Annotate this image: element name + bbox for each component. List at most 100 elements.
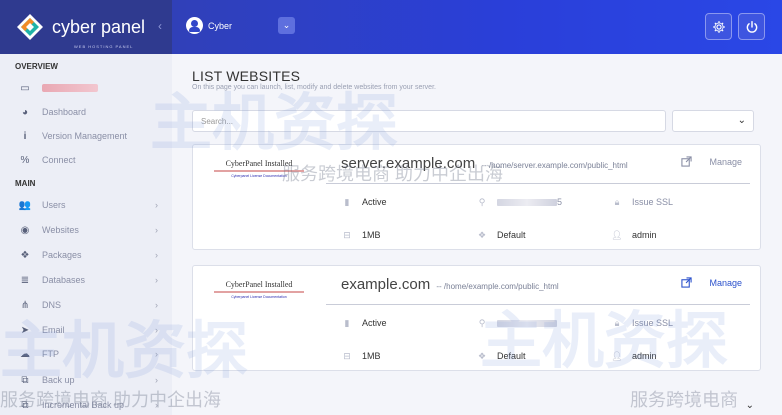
user-name[interactable]: Cyber bbox=[208, 21, 232, 31]
status-field: ▮ Active bbox=[341, 316, 387, 330]
sidebar-item-version-management[interactable]: i Version Management bbox=[18, 128, 158, 144]
website-thumbnail[interactable]: CyberPanel Installed Cyberpanel License … bbox=[207, 280, 311, 302]
thumbnail-title: CyberPanel Installed bbox=[225, 280, 293, 289]
disk-value: 1MB bbox=[362, 351, 381, 361]
top-bar: Cyber ⌄ bbox=[172, 0, 782, 54]
overview-heading: OVERVIEW bbox=[15, 62, 58, 71]
chevron-right-icon: › bbox=[155, 225, 158, 235]
brand-block[interactable]: cyber panel WEB HOSTING PANEL ‹ bbox=[0, 0, 172, 54]
thumbnail-link: Cyberpanel License Documentation bbox=[231, 174, 287, 178]
user-icon: 👤︎ bbox=[611, 229, 623, 240]
user-dropdown-button[interactable]: ⌄ bbox=[278, 17, 295, 34]
logout-button[interactable] bbox=[738, 13, 765, 40]
external-link-icon[interactable] bbox=[681, 277, 692, 288]
database-icon: ≣ bbox=[20, 274, 30, 286]
chevron-right-icon: › bbox=[155, 275, 158, 285]
sidebar-item-user-profile[interactable]: ▭ bbox=[18, 80, 158, 96]
website-card: CyberPanel Installed Cyberpanel License … bbox=[192, 265, 761, 371]
power-icon bbox=[746, 20, 757, 33]
ip-field: ⚲ bbox=[476, 316, 557, 330]
manage-link[interactable]: Manage bbox=[709, 278, 742, 288]
sidebar-item-users[interactable]: 👥 Users › bbox=[18, 197, 158, 213]
filter-select[interactable]: ⌄ bbox=[672, 110, 754, 132]
status-value: Active bbox=[362, 197, 387, 207]
website-domain[interactable]: server.example.com -- /home/server.examp… bbox=[341, 155, 628, 172]
paper-plane-icon: ➤ bbox=[20, 324, 30, 336]
search-input[interactable] bbox=[192, 110, 666, 132]
chevron-down-icon: ⌄ bbox=[737, 115, 746, 126]
package-value: Default bbox=[497, 351, 526, 361]
issue-ssl-link[interactable]: Issue SSL bbox=[632, 318, 673, 328]
disk-field: ⊟ 1MB bbox=[341, 228, 381, 242]
manage-link[interactable]: Manage bbox=[709, 157, 742, 167]
sitemap-icon: ⋔ bbox=[20, 299, 30, 311]
sidebar-item-packages[interactable]: ❖ Packages › bbox=[18, 247, 158, 263]
lock-icon: 🔒︎ bbox=[614, 196, 620, 207]
sidebar-item-label: DNS bbox=[42, 300, 62, 310]
laptop-icon: ▭ bbox=[20, 82, 30, 94]
sidebar-item-dns[interactable]: ⋔ DNS › bbox=[18, 297, 158, 313]
link-icon: % bbox=[20, 154, 30, 166]
redacted-ip bbox=[497, 198, 557, 206]
sidebar: OVERVIEW ▭ ◕ Dashboard i Version Managem… bbox=[0, 54, 172, 415]
sidebar-item-label: Users bbox=[42, 200, 66, 210]
thumbnail-line bbox=[214, 170, 304, 172]
status-field: ▮ Active bbox=[341, 195, 387, 209]
hdd-icon: ⊟ bbox=[343, 350, 351, 361]
website-thumbnail[interactable]: CyberPanel Installed Cyberpanel License … bbox=[207, 159, 311, 181]
owner-field: 👤︎ admin bbox=[611, 349, 656, 363]
chevron-right-icon: › bbox=[155, 200, 158, 210]
sidebar-item-label: Websites bbox=[42, 225, 79, 235]
user-avatar-icon[interactable] bbox=[186, 17, 203, 34]
status-value: Active bbox=[362, 318, 387, 328]
chevron-down-icon[interactable]: ⌄ bbox=[746, 400, 754, 411]
sidebar-item-label: Version Management bbox=[42, 131, 128, 141]
sidebar-item-databases[interactable]: ≣ Databases › bbox=[18, 272, 158, 288]
sidebar-item-label: Packages bbox=[42, 250, 82, 260]
ip-field: ⚲ 5 bbox=[476, 195, 562, 209]
sidebar-item-label: FTP bbox=[42, 349, 59, 359]
sidebar-item-ftp[interactable]: ☁ FTP › bbox=[18, 346, 158, 362]
sidebar-item-dashboard[interactable]: ◕ Dashboard bbox=[18, 104, 158, 120]
sidebar-collapse-icon[interactable]: ‹ bbox=[158, 19, 162, 33]
sidebar-item-label: Connect bbox=[42, 155, 76, 165]
package-field: ❖ Default bbox=[476, 349, 526, 363]
domain-path: -- /home/server.example.com/public_html bbox=[481, 161, 628, 170]
page-title: LIST WEBSITES bbox=[192, 68, 301, 84]
copy-icon: ⧉ bbox=[21, 374, 29, 386]
chevron-right-icon: › bbox=[155, 250, 158, 260]
copy-icon: ⧉ bbox=[21, 399, 29, 411]
external-link-icon[interactable] bbox=[681, 156, 692, 167]
lock-icon: 🔒︎ bbox=[614, 317, 620, 328]
gear-icon bbox=[712, 20, 725, 33]
cubes-icon: ❖ bbox=[477, 229, 487, 240]
info-icon: i bbox=[23, 130, 27, 142]
sidebar-item-incremental-backup[interactable]: ⧉ Incremental Back up › bbox=[18, 397, 158, 413]
domain-name: example.com bbox=[341, 276, 431, 293]
ssl-field[interactable]: 🔒︎ Issue SSL bbox=[611, 316, 673, 330]
sidebar-item-websites[interactable]: ◉ Websites › bbox=[18, 222, 158, 238]
issue-ssl-link[interactable]: Issue SSL bbox=[632, 197, 673, 207]
domain-name: server.example.com bbox=[341, 155, 476, 172]
sidebar-item-backup[interactable]: ⧉ Back up › bbox=[18, 372, 158, 388]
disk-value: 1MB bbox=[362, 230, 381, 240]
sidebar-item-email[interactable]: ➤ Email › bbox=[18, 322, 158, 338]
hdd-icon: ⊟ bbox=[343, 229, 351, 240]
settings-button[interactable] bbox=[705, 13, 732, 40]
domain-path: -- /home/example.com/public_html bbox=[436, 282, 559, 291]
sidebar-item-connect[interactable]: % Connect bbox=[18, 152, 158, 168]
chevron-right-icon: › bbox=[155, 325, 158, 335]
website-domain[interactable]: example.com -- /home/example.com/public_… bbox=[341, 276, 559, 293]
ssl-field[interactable]: 🔒︎ Issue SSL bbox=[611, 195, 673, 209]
brand-name: cyber panel WEB HOSTING PANEL bbox=[52, 18, 145, 49]
sidebar-item-label: Email bbox=[42, 325, 65, 335]
owner-value: admin bbox=[632, 230, 657, 240]
users-icon: 👥 bbox=[18, 199, 32, 211]
divider bbox=[326, 183, 750, 184]
file-icon: ▮ bbox=[344, 196, 350, 207]
map-marker-icon: ⚲ bbox=[478, 196, 486, 207]
sidebar-item-label: Databases bbox=[42, 275, 86, 285]
sidebar-item-label: Dashboard bbox=[42, 107, 87, 117]
thumbnail-link: Cyberpanel License Documentation bbox=[231, 295, 287, 299]
page-description: On this page you can launch, list, modif… bbox=[192, 84, 436, 91]
